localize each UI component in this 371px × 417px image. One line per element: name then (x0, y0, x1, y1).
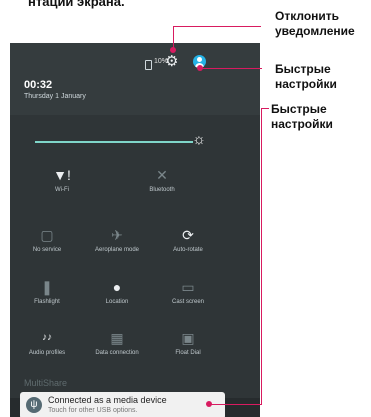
tile-data-connection[interactable]: ▦ Data connection (82, 326, 152, 370)
audio-profiles-icon: ♪♪ (42, 332, 52, 343)
tile-auto-rotate[interactable]: ⟳ Auto-rotate (153, 223, 223, 267)
clock-time: 00:32 (24, 79, 53, 91)
sim-icon: ▢ (40, 227, 54, 243)
tile-location[interactable]: ● Location (82, 275, 152, 319)
notification-title: Connected as a media device (48, 395, 167, 405)
tile-cast-screen[interactable]: ▭ Cast screen (153, 275, 223, 319)
tile-float-dial[interactable]: ▣ Float Dial (153, 326, 223, 370)
gear-icon[interactable]: ⚙ (165, 54, 178, 69)
callout-line-quick1 (200, 68, 262, 69)
wifi-icon: ▼! (53, 167, 71, 183)
battery-icon (145, 60, 152, 70)
tile-bluetooth[interactable]: ✕ Bluetooth (127, 163, 197, 207)
callout-line-quick2-v (261, 108, 262, 404)
annotation-quick-settings-1: Быстрые настройки (275, 62, 337, 91)
location-icon: ● (112, 279, 122, 295)
annotation-quick-settings-2: Быстрые настройки (271, 102, 333, 131)
tile-wifi[interactable]: ▼! Wi-Fi (27, 163, 97, 207)
brightness-icon[interactable]: ☼ (191, 132, 207, 148)
status-header: 10% ⚙ 00:32 Thursday 1 January (10, 43, 260, 115)
brightness-slider[interactable] (35, 141, 193, 143)
tile-airplane[interactable]: ✈ Aeroplane mode (82, 223, 152, 267)
tile-audio-profiles[interactable]: ♪♪ Audio profiles (12, 326, 82, 370)
background-app-label: MultiShare (24, 378, 68, 388)
tile-no-service[interactable]: ▢ No service (12, 223, 82, 267)
notification-subtitle: Touch for other USB options. (48, 407, 138, 414)
data-connection-icon: ▦ (110, 330, 124, 346)
cast-icon: ▭ (181, 279, 195, 295)
callout-dot-quick2 (206, 401, 212, 407)
callout-line-quick2-h (261, 108, 269, 109)
callout-dot-dismiss (170, 47, 176, 53)
callout-line-quick2-bottom (210, 404, 262, 405)
callout-dot-quick1 (197, 65, 203, 71)
usb-icon: ψ (26, 397, 42, 413)
bluetooth-icon: ✕ (156, 167, 168, 183)
tile-flashlight[interactable]: ❚ Flashlight (12, 275, 82, 319)
airplane-icon: ✈ (111, 227, 123, 243)
phone-screen: 10% ⚙ 00:32 Thursday 1 January ☼ ▼! Wi-F… (10, 43, 260, 417)
float-dial-icon: ▣ (181, 330, 195, 346)
rotate-icon: ⟳ (182, 227, 194, 243)
top-caption: нтации экрана. (28, 0, 125, 9)
annotation-dismiss: Отклонить уведомление (275, 9, 355, 38)
clock-date: Thursday 1 January (24, 93, 86, 100)
callout-line-dismiss-h (173, 26, 261, 27)
flashlight-icon: ❚ (41, 279, 53, 295)
quick-settings-panel: 10% ⚙ 00:32 Thursday 1 January ☼ ▼! Wi-F… (10, 43, 260, 398)
usb-notification[interactable]: ψ Connected as a media device Touch for … (20, 392, 225, 417)
